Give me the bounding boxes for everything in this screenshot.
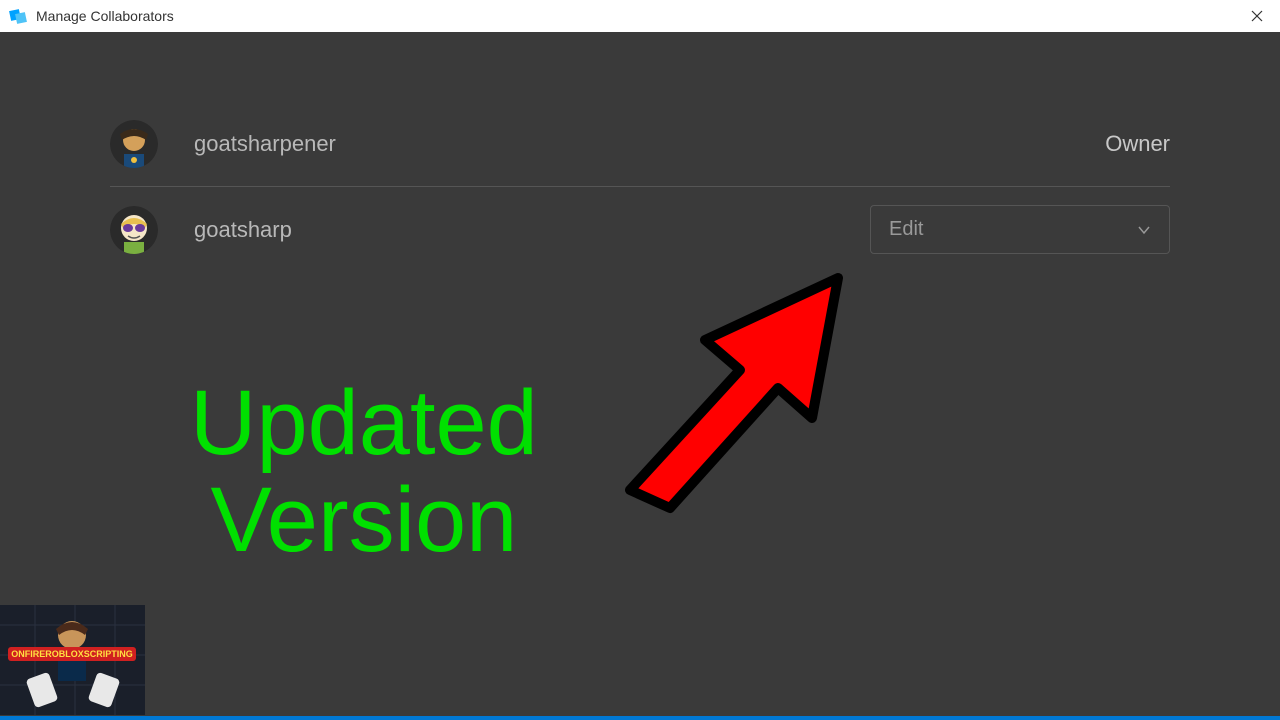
roblox-studio-icon — [8, 6, 28, 26]
svg-text:ONFIREROBLOXSCRIPTING: ONFIREROBLOXSCRIPTING — [11, 649, 133, 659]
annotation-arrow — [590, 260, 870, 520]
chevron-down-icon — [1137, 223, 1151, 237]
permission-value: Edit — [889, 218, 923, 241]
window-titlebar: Manage Collaborators — [0, 0, 1280, 32]
annotation-text: Updated Version — [190, 375, 538, 568]
permission-dropdown[interactable]: Edit — [870, 205, 1170, 254]
close-button[interactable] — [1234, 0, 1280, 32]
collaborator-role: Owner — [1105, 131, 1170, 157]
collaborators-panel: goatsharpener Owner goatsharp Edit — [0, 32, 1280, 272]
collaborator-row: goatsharpener Owner — [110, 102, 1170, 187]
channel-avatar-badge: ONFIREROBLOXSCRIPTING — [0, 605, 145, 715]
avatar — [110, 206, 158, 254]
collaborator-name: goatsharpener — [194, 131, 1105, 157]
close-icon — [1251, 10, 1263, 22]
taskbar-edge — [0, 716, 1280, 720]
collaborator-name: goatsharp — [194, 217, 870, 243]
window-title: Manage Collaborators — [36, 8, 174, 24]
collaborator-row: goatsharp Edit — [110, 187, 1170, 272]
avatar — [110, 120, 158, 168]
